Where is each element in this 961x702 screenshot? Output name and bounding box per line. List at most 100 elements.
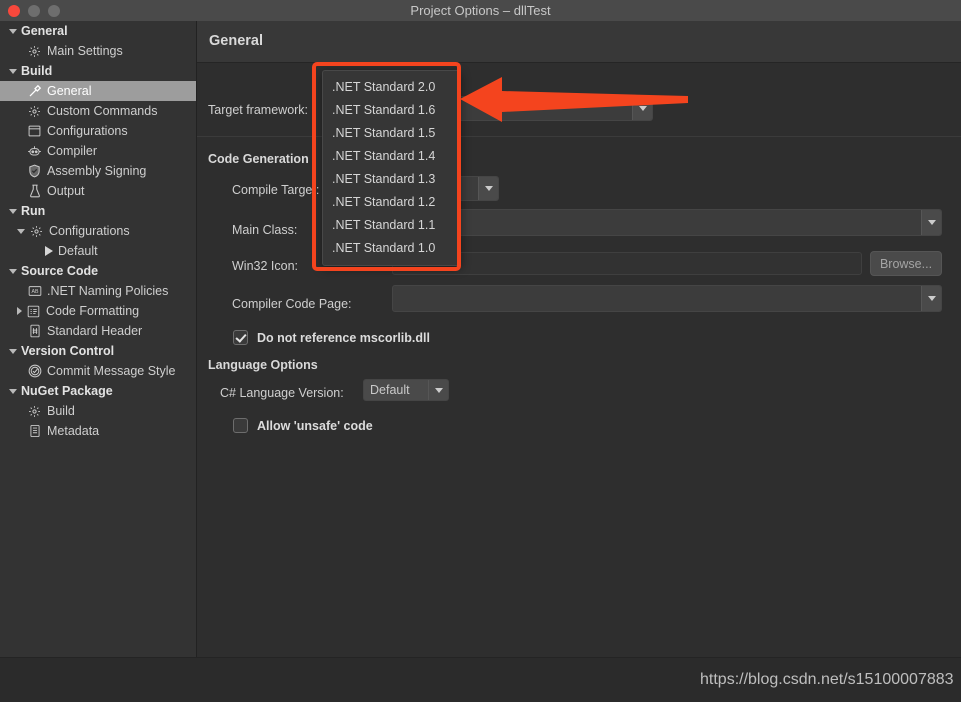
dropdown-option[interactable]: .NET Standard 1.3 xyxy=(323,168,460,191)
sidebar-item-metadata[interactable]: Metadata xyxy=(0,421,196,441)
target-framework-dropdown-menu[interactable]: .NET Standard 2.0 .NET Standard 1.6 .NET S… xyxy=(322,70,461,266)
sidebar-item-label: Commit Message Style xyxy=(47,364,176,378)
sidebar-item-label: General xyxy=(47,84,92,98)
sidebar-item-source-code[interactable]: Source Code xyxy=(0,261,196,281)
sidebar-item-label: Default xyxy=(58,244,98,258)
csharp-language-version-combo[interactable]: Default xyxy=(363,379,449,401)
sidebar-item-custom-commands[interactable]: Custom Commands xyxy=(0,101,196,121)
sidebar-item-label: .NET Naming Policies xyxy=(47,284,169,298)
sidebar-item-general[interactable]: General xyxy=(0,21,196,41)
dropdown-option[interactable]: .NET Standard 1.2 xyxy=(323,191,460,214)
sidebar-item-general[interactable]: General xyxy=(0,81,196,101)
dropdown-option[interactable]: .NET Standard 1.4 xyxy=(323,145,460,168)
list-icon xyxy=(26,304,41,319)
chevron-down-icon[interactable] xyxy=(921,210,941,235)
sidebar-item-label: Output xyxy=(47,184,85,198)
chevron-right-icon[interactable] xyxy=(17,307,22,315)
sidebar-item-label: Compiler xyxy=(47,144,98,158)
sidebar-item-version-control[interactable]: Version Control xyxy=(0,341,196,361)
sidebar-item-code-formatting[interactable]: Code Formatting xyxy=(0,301,196,321)
main-class-label: Main Class: xyxy=(232,223,298,237)
sidebar-item-compiler[interactable]: Compiler xyxy=(0,141,196,161)
main-class-combo[interactable] xyxy=(392,209,942,236)
chevron-down-icon[interactable] xyxy=(17,228,25,234)
sidebar-item-configurations[interactable]: Configurations xyxy=(0,121,196,141)
win32-icon-input[interactable] xyxy=(392,252,862,275)
sidebar-item-label: Source Code xyxy=(21,264,99,278)
no-mscorlib-checkbox-row[interactable]: Do not reference mscorlib.dll xyxy=(233,330,430,345)
shield-check-icon xyxy=(27,164,42,179)
hash-doc-icon xyxy=(27,324,42,339)
sidebar-item-label: Assembly Signing xyxy=(47,164,147,178)
window-titlebar: Project Options – dllTest xyxy=(0,0,961,22)
compiler-code-page-combo[interactable] xyxy=(392,285,942,312)
allow-unsafe-checkbox-row[interactable]: Allow 'unsafe' code xyxy=(233,418,373,433)
csharp-language-version-value: Default xyxy=(370,383,410,397)
sidebar-item-commit-message-style[interactable]: Commit Message Style xyxy=(0,361,196,381)
browse-button[interactable]: Browse... xyxy=(870,251,942,276)
sidebar-item-label: Configurations xyxy=(49,224,130,238)
divider xyxy=(197,136,961,137)
sidebar-item-output[interactable]: Output xyxy=(0,181,196,201)
sidebar-item-label: Metadata xyxy=(47,424,100,438)
target-framework-label: Target framework: xyxy=(208,103,309,117)
sidebar-item-label: General xyxy=(21,24,68,38)
chevron-down-icon[interactable] xyxy=(9,348,17,354)
sidebar-item-label: Run xyxy=(21,204,46,218)
check-circle-icon xyxy=(27,364,42,379)
code-generation-section-label: Code Generation xyxy=(208,152,309,166)
doc-lines-icon xyxy=(27,424,42,439)
allow-unsafe-label: Allow 'unsafe' code xyxy=(257,418,373,433)
chevron-down-icon[interactable] xyxy=(9,208,17,214)
sidebar-item-label: Standard Header xyxy=(47,324,143,338)
sidebar-item-main-settings[interactable]: Main Settings xyxy=(0,41,196,61)
compile-target-label: Compile Target: xyxy=(232,183,320,197)
gear-icon xyxy=(27,104,42,119)
dropdown-option[interactable]: .NET Standard 1.5 xyxy=(323,122,460,145)
language-options-section-label: Language Options xyxy=(208,358,318,372)
chevron-down-icon[interactable] xyxy=(478,177,498,200)
sidebar-item-configurations[interactable]: Configurations xyxy=(0,221,196,241)
sidebar-item-net-naming-policies[interactable]: AB .NET Naming Policies xyxy=(0,281,196,301)
dropdown-option[interactable]: .NET Standard 1.6 xyxy=(323,99,460,122)
sidebar-item-label: Version Control xyxy=(21,344,115,358)
settings-content-panel: General Target framework: Code Generatio… xyxy=(197,21,961,657)
sidebar-item-run[interactable]: Run xyxy=(0,201,196,221)
dropdown-option[interactable]: .NET Standard 2.0 xyxy=(323,76,460,99)
sidebar-item-build[interactable]: Build xyxy=(0,401,196,421)
sidebar-item-default[interactable]: Default xyxy=(0,241,196,261)
sidebar-item-standard-header[interactable]: Standard Header xyxy=(0,321,196,341)
page-title: General xyxy=(209,33,263,49)
chevron-down-icon[interactable] xyxy=(9,28,17,34)
dropdown-option[interactable]: .NET Standard 1.0 xyxy=(323,237,460,260)
win32-icon-label: Win32 Icon: xyxy=(232,259,299,273)
chevron-down-icon[interactable] xyxy=(632,97,652,120)
chevron-down-icon[interactable] xyxy=(9,268,17,274)
chevron-down-icon[interactable] xyxy=(9,388,17,394)
ab-icon: AB xyxy=(27,284,42,299)
compiler-code-page-label: Compiler Code Page: xyxy=(232,297,352,311)
sidebar-item-label: Code Formatting xyxy=(46,304,140,318)
sidebar-item-label: Build xyxy=(47,404,75,418)
chevron-down-icon[interactable] xyxy=(428,380,448,400)
gear-icon xyxy=(27,44,42,59)
settings-sidebar[interactable]: General Main Settings Build General Custom C… xyxy=(0,21,197,657)
general-settings-form: Target framework: Code Generation Compil… xyxy=(197,63,961,657)
allow-unsafe-checkbox[interactable] xyxy=(233,418,248,433)
no-mscorlib-checkbox[interactable] xyxy=(233,330,248,345)
sidebar-item-label: Custom Commands xyxy=(47,104,158,118)
project-options-window: Project Options – dllTest General Main Se… xyxy=(0,0,961,702)
sidebar-item-label: Configurations xyxy=(47,124,128,138)
sidebar-item-assembly-signing[interactable]: Assembly Signing xyxy=(0,161,196,181)
dialog-footer: Cancel OK xyxy=(0,657,961,702)
gear-icon xyxy=(27,404,42,419)
svg-text:AB: AB xyxy=(31,289,39,295)
dropdown-option[interactable]: .NET Standard 1.1 xyxy=(323,214,460,237)
chevron-down-icon[interactable] xyxy=(9,68,17,74)
robot-icon xyxy=(27,144,42,159)
chevron-down-icon[interactable] xyxy=(921,286,941,311)
hammer-icon xyxy=(27,84,42,99)
sidebar-item-build[interactable]: Build xyxy=(0,61,196,81)
sidebar-item-nuget-package[interactable]: NuGet Package xyxy=(0,381,196,401)
flask-icon xyxy=(27,184,42,199)
